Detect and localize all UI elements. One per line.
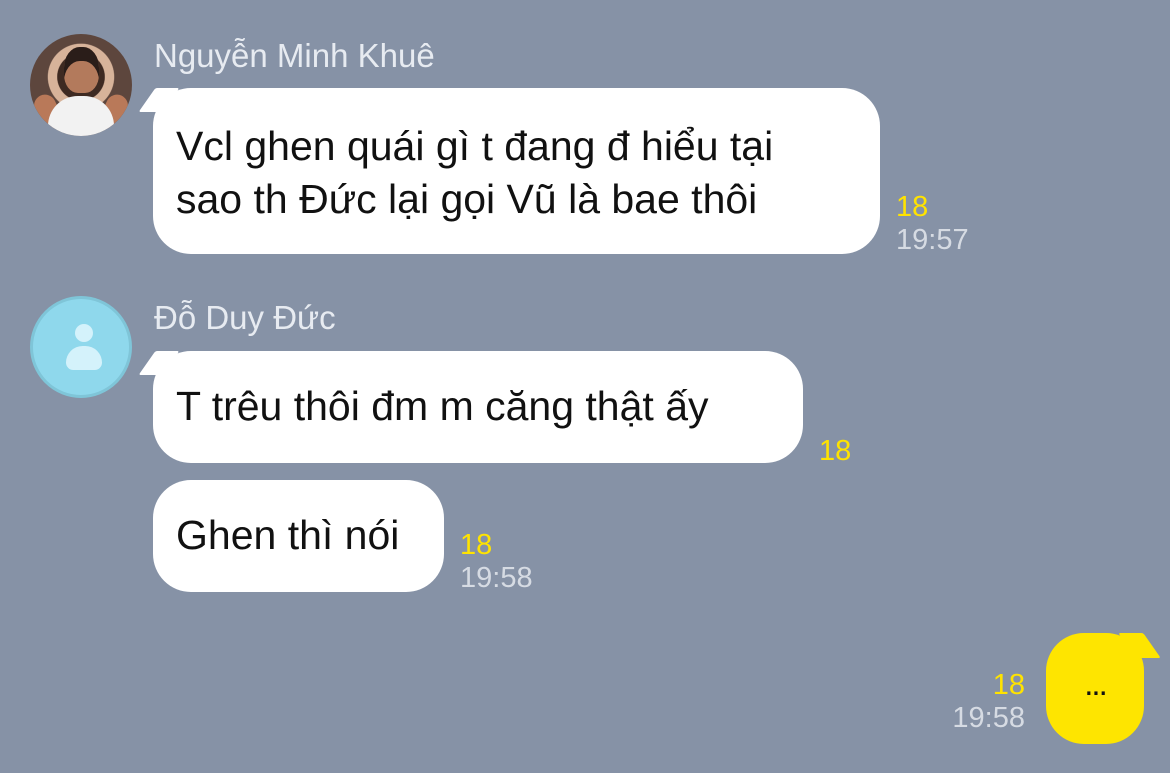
unread-count: 18 [460, 529, 493, 561]
person-icon [66, 324, 102, 370]
message-meta: 18 [819, 435, 851, 468]
message-text-line: sao th Đức lại gọi Vũ là bae thôi [176, 176, 758, 222]
own-message-bubble[interactable]: ... [1046, 633, 1144, 744]
unread-count: 18 [992, 669, 1025, 701]
message-bubble[interactable]: Ghen thì nói [153, 480, 444, 592]
chat-conversation: Nguyễn Minh Khuê Vcl ghen quái gì t đang… [0, 0, 1170, 773]
message-meta: 18 19:57 [896, 191, 969, 258]
message-text: Ghen thì nói [176, 512, 400, 558]
avatar-face [64, 47, 99, 93]
message-time: 19:57 [896, 224, 969, 257]
message-meta: 18 19:58 [460, 529, 533, 596]
avatar-shirt [48, 96, 114, 136]
unread-count: 18 [819, 435, 852, 467]
message-time: 19:58 [952, 702, 1025, 735]
own-message-meta: 18 19:58 [952, 669, 1025, 736]
ellipsis-text: ... [1084, 665, 1108, 702]
message-bubble[interactable]: Vcl ghen quái gì t đang đ hiểu tại sao t… [138, 88, 880, 254]
message-text-line: Vcl ghen quái gì t đang đ hiểu tại [176, 123, 774, 169]
message-bubble-tail [138, 351, 180, 375]
person-icon-head [75, 324, 93, 342]
message-text: T trêu thôi đm m căng thật ấy [176, 383, 709, 429]
sender-name: Nguyễn Minh Khuê [154, 37, 435, 74]
sender-name: Đỗ Duy Đức [154, 299, 336, 336]
default-avatar[interactable] [30, 296, 132, 398]
unread-count: 18 [896, 191, 929, 223]
message-bubble[interactable]: T trêu thôi đm m căng thật ấy [138, 351, 803, 463]
message-time: 19:58 [460, 562, 533, 595]
message-bubble-tail [138, 88, 180, 112]
sender-avatar[interactable] [30, 34, 132, 136]
person-icon-body [66, 346, 102, 370]
